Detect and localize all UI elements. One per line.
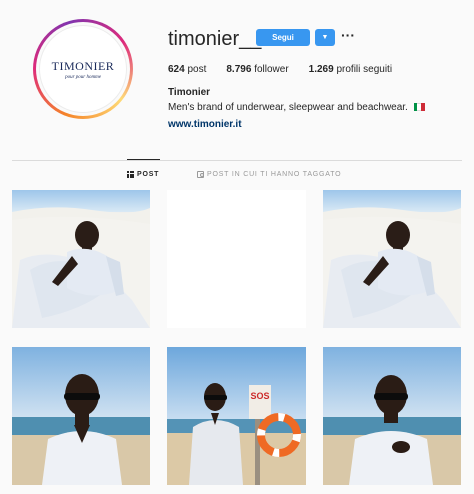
tabs-divider bbox=[12, 160, 462, 161]
more-options-button[interactable]: ··· bbox=[341, 27, 355, 43]
italy-flag-icon bbox=[413, 103, 425, 111]
profile-full-name: Timonier bbox=[168, 87, 211, 98]
ellipsis-icon: ··· bbox=[341, 27, 355, 43]
tab-tagged-label: POST IN CUI TI HANNO TAGGATO bbox=[207, 171, 342, 178]
post-image bbox=[167, 190, 306, 328]
followers-stat[interactable]: 8.796 follower bbox=[226, 64, 288, 75]
logo-subtext: pour pour homme bbox=[65, 74, 101, 80]
followers-label: follower bbox=[254, 64, 289, 75]
post-thumbnail[interactable]: SOS bbox=[167, 347, 306, 485]
post-thumbnail[interactable] bbox=[323, 190, 461, 328]
suggestions-dropdown-button[interactable]: ▼ bbox=[315, 29, 335, 46]
profile-bio: Men's brand of underwear, sleepwear and … bbox=[168, 102, 425, 113]
post-thumbnail[interactable] bbox=[167, 190, 306, 328]
post-thumbnail[interactable] bbox=[323, 347, 461, 485]
tag-icon bbox=[197, 171, 204, 178]
posts-stat: 624 post bbox=[168, 64, 206, 75]
bio-text: Men's brand of underwear, sleepwear and … bbox=[168, 102, 408, 113]
sos-sign-text: SOS bbox=[250, 391, 269, 401]
post-image bbox=[323, 347, 461, 485]
post-image: SOS bbox=[167, 347, 306, 485]
logo-text: TIMONIER bbox=[51, 58, 115, 73]
profile-avatar[interactable]: TIMONIER pour pour homme bbox=[33, 19, 133, 119]
profile-username: timonier__ bbox=[168, 28, 262, 50]
following-count: 1.269 bbox=[308, 64, 334, 75]
post-image bbox=[323, 190, 461, 328]
tab-tagged[interactable]: POST IN CUI TI HANNO TAGGATO bbox=[197, 171, 341, 178]
avatar-logo: TIMONIER pour pour homme bbox=[39, 25, 127, 113]
post-thumbnail[interactable] bbox=[12, 190, 150, 328]
posts-count: 624 bbox=[168, 64, 185, 75]
active-tab-indicator bbox=[127, 159, 160, 160]
followers-count: 8.796 bbox=[226, 64, 252, 75]
following-label: profili seguiti bbox=[336, 64, 393, 75]
posts-label: post bbox=[187, 64, 207, 75]
profile-website-link[interactable]: www.timonier.it bbox=[168, 119, 242, 130]
avatar-border: TIMONIER pour pour homme bbox=[36, 22, 130, 116]
post-thumbnail[interactable] bbox=[12, 347, 150, 485]
tab-posts[interactable]: POST bbox=[127, 171, 159, 178]
chevron-down-icon: ▼ bbox=[321, 34, 329, 41]
tab-posts-label: POST bbox=[137, 171, 160, 178]
following-stat[interactable]: 1.269 profili seguiti bbox=[309, 64, 392, 75]
follow-button[interactable]: Segui bbox=[256, 29, 310, 46]
grid-icon bbox=[127, 171, 134, 178]
post-image bbox=[12, 347, 150, 485]
post-image bbox=[12, 190, 150, 328]
profile-stats: 624 post 8.796 follower 1.269 profili se… bbox=[168, 64, 412, 75]
